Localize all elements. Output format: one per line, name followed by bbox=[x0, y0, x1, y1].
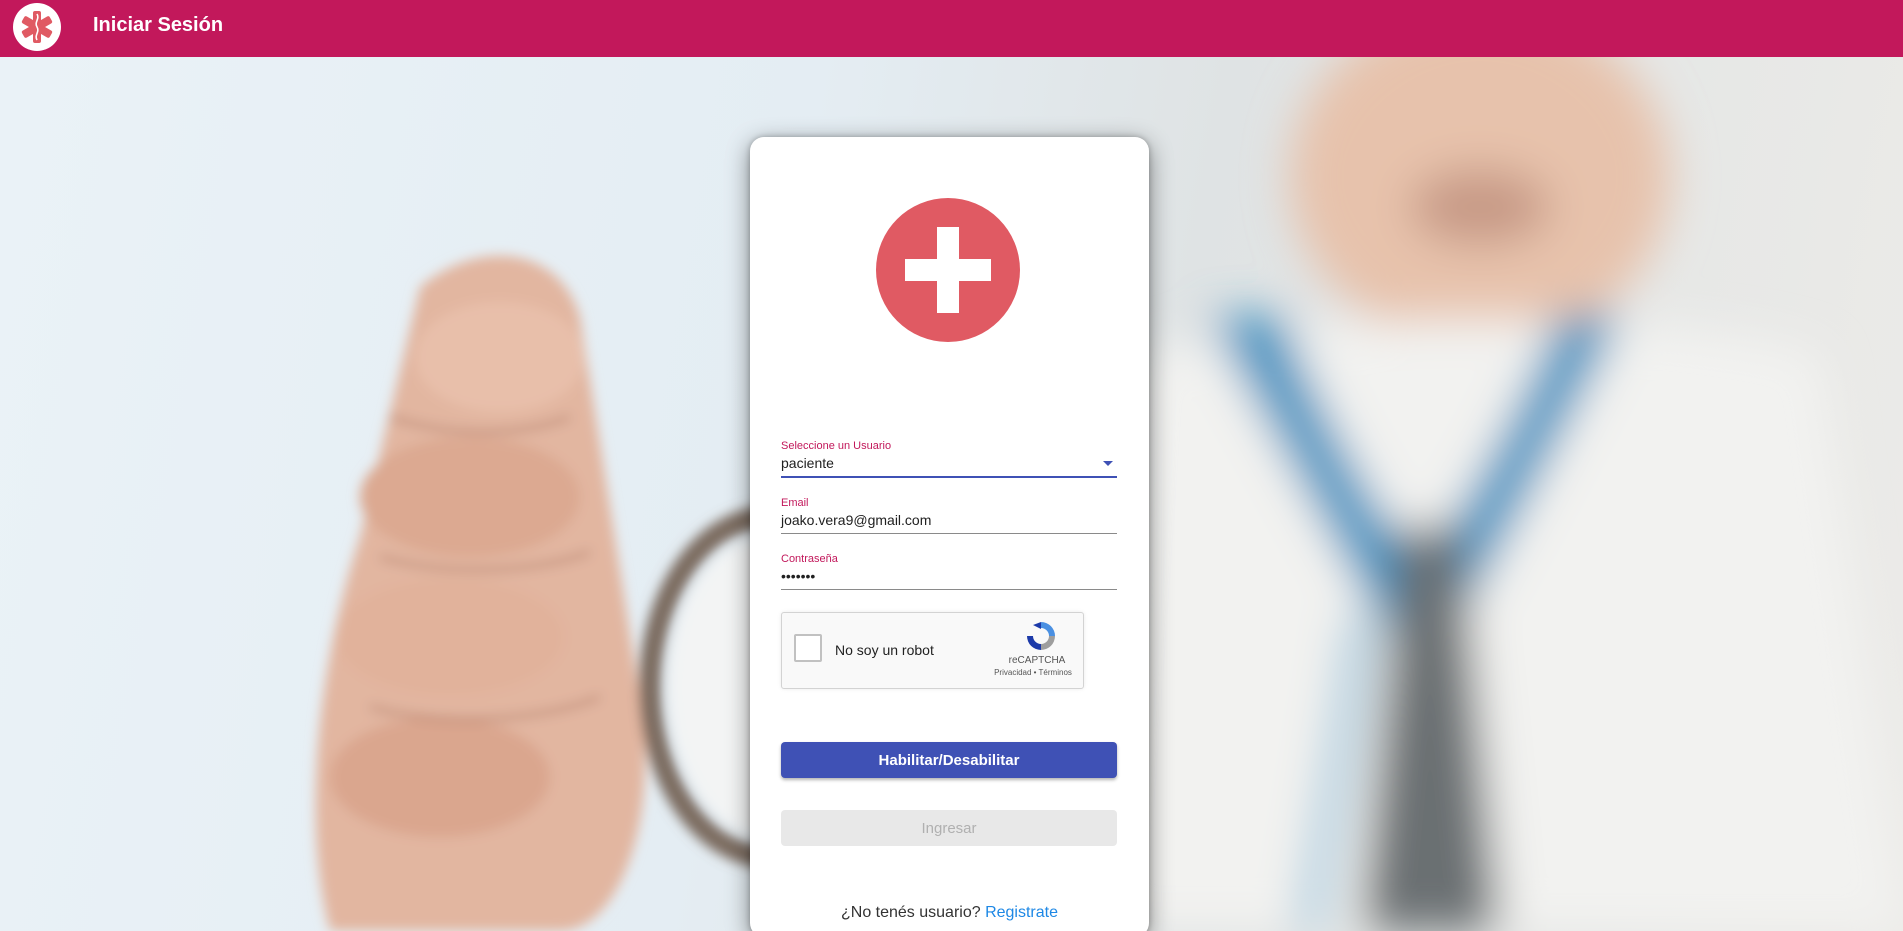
password-field[interactable]: Contraseña ••••••• bbox=[781, 552, 1117, 590]
medical-cross-icon bbox=[875, 197, 1021, 343]
recaptcha-widget: No soy un robot reCAPTCHA Privacidad • T… bbox=[781, 612, 1084, 689]
password-label: Contraseña bbox=[781, 553, 838, 565]
register-row: ¿No tenés usuario? Registrate bbox=[750, 904, 1149, 922]
recaptcha-brand: reCAPTCHA bbox=[1008, 655, 1066, 666]
recaptcha-checkbox[interactable] bbox=[794, 634, 822, 662]
login-submit-button: Ingresar bbox=[781, 810, 1117, 846]
email-label: Email bbox=[781, 497, 809, 509]
toggle-button[interactable]: Habilitar/Desabilitar bbox=[781, 742, 1117, 778]
user-type-label: Seleccione un Usuario bbox=[781, 440, 892, 452]
password-value[interactable]: ••••••• bbox=[781, 566, 815, 586]
login-card: Seleccione un Usuario paciente Email joa… bbox=[750, 137, 1149, 931]
dropdown-arrow-icon[interactable] bbox=[1103, 460, 1113, 466]
email-value[interactable]: joako.vera9@gmail.com bbox=[781, 510, 931, 530]
user-type-value: paciente bbox=[781, 455, 834, 471]
recaptcha-logo-icon bbox=[1024, 619, 1058, 653]
recaptcha-label: No soy un robot bbox=[835, 642, 934, 658]
page-title: Iniciar Sesión bbox=[93, 14, 224, 36]
register-link[interactable]: Registrate bbox=[985, 904, 1058, 921]
email-field[interactable]: Email joako.vera9@gmail.com bbox=[781, 496, 1117, 534]
top-toolbar: Iniciar Sesión bbox=[0, 0, 1903, 57]
medical-star-icon[interactable] bbox=[12, 2, 62, 52]
user-type-select[interactable]: Seleccione un Usuario paciente bbox=[781, 439, 1117, 478]
register-prompt: ¿No tenés usuario? bbox=[840, 904, 981, 921]
recaptcha-privacy-terms-links[interactable]: Privacidad • Términos bbox=[982, 668, 1084, 677]
